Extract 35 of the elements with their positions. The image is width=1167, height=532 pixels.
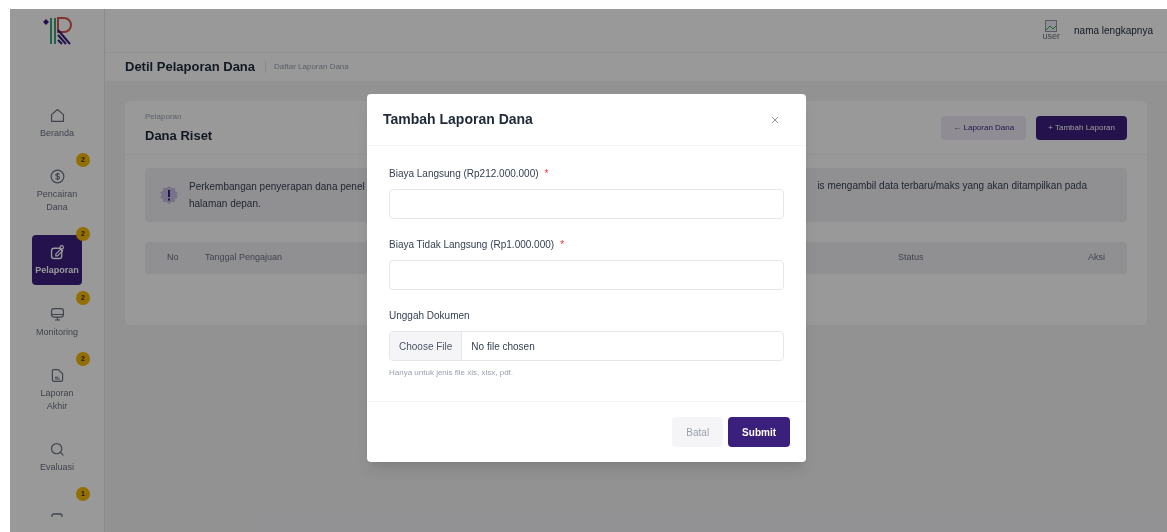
search-icon: [48, 441, 66, 458]
help-text: Hanya untuk jenis file xls, xlsx, pdf.: [389, 367, 515, 379]
field-label: Biaya Tidak Langsung (Rp1.000.000): [389, 238, 555, 252]
column-header: Aksi: [1088, 251, 1105, 262]
input-field[interactable]: [389, 189, 784, 219]
required-marker: *: [544, 167, 549, 181]
submit-button[interactable]: Submit: [728, 417, 790, 447]
warning-icon: [159, 184, 179, 205]
sidebar-item[interactable]: Pelaporan: [32, 235, 82, 285]
required-marker: *: [560, 238, 565, 252]
alert-text: is mengambil data terbaru/maks yang akan ditampilkan pada: [817, 178, 1087, 193]
broken-image-icon: [1045, 20, 1058, 32]
add-report-button[interactable]: + Tambah Laporan: [1036, 116, 1127, 141]
column-header: Tanggal Pengajuan: [205, 251, 283, 262]
field-label: Unggah Dokumen: [389, 309, 470, 323]
file-input[interactable]: Choose File No file chosen: [389, 331, 784, 361]
alert-text: Perkembangan penyerapan dana penel halaman depan.: [189, 179, 365, 211]
card-title: Dana Riset: [145, 127, 213, 145]
modal-title: Tambah Laporan Dana: [383, 110, 533, 129]
input-field[interactable]: [389, 260, 784, 290]
back-button[interactable]: ← Laporan Dana: [941, 116, 1027, 141]
field-label: Biaya Langsung (Rp212.000.000): [389, 167, 539, 181]
home-icon: [48, 107, 66, 124]
edit-icon: [48, 243, 66, 261]
monitor-icon: [48, 306, 66, 323]
cancel-button[interactable]: Batal: [672, 417, 724, 447]
dollar-icon: [48, 168, 66, 185]
sidebar-item[interactable]: Beranda: [32, 100, 82, 147]
sidebar-item[interactable]: Evaluasi: [32, 434, 82, 481]
column-header: Status: [898, 251, 924, 262]
column-header: No: [167, 251, 179, 262]
user-name[interactable]: nama lengkapnya: [1074, 23, 1153, 38]
page-title: Detil Pelaporan Dana: [125, 58, 256, 77]
avatar-alt-text: user: [1042, 32, 1061, 41]
arch-icon: [51, 513, 63, 517]
